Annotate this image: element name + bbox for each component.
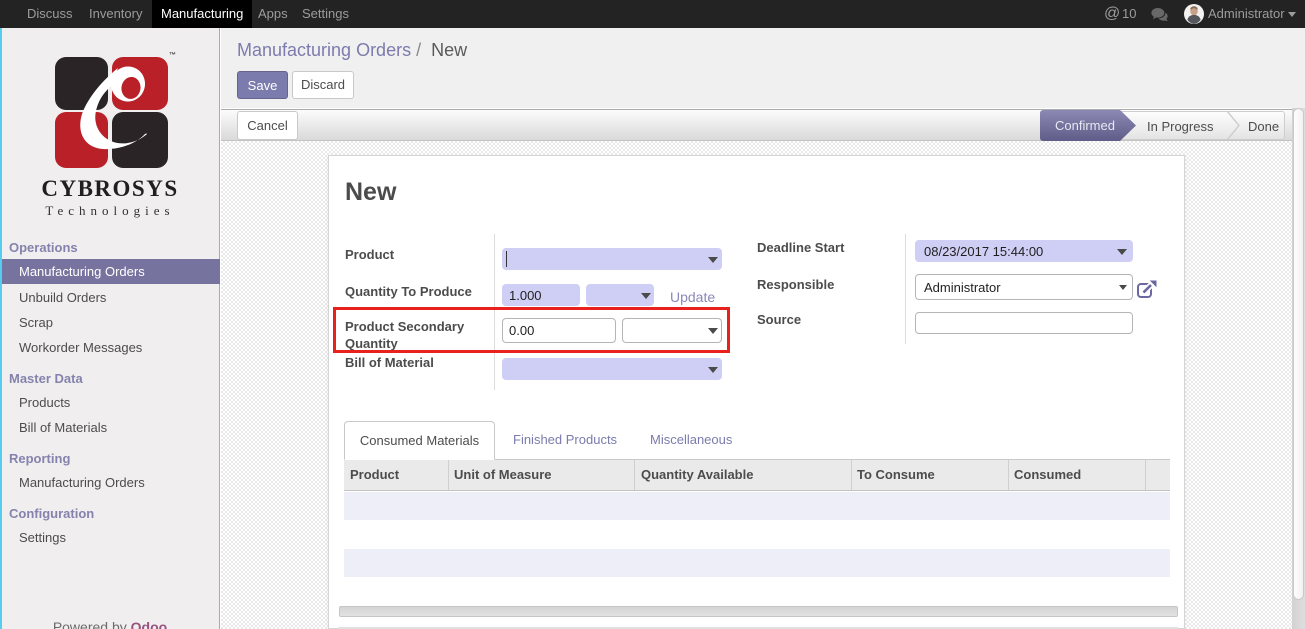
svg-text:™: ™ [169,52,176,59]
